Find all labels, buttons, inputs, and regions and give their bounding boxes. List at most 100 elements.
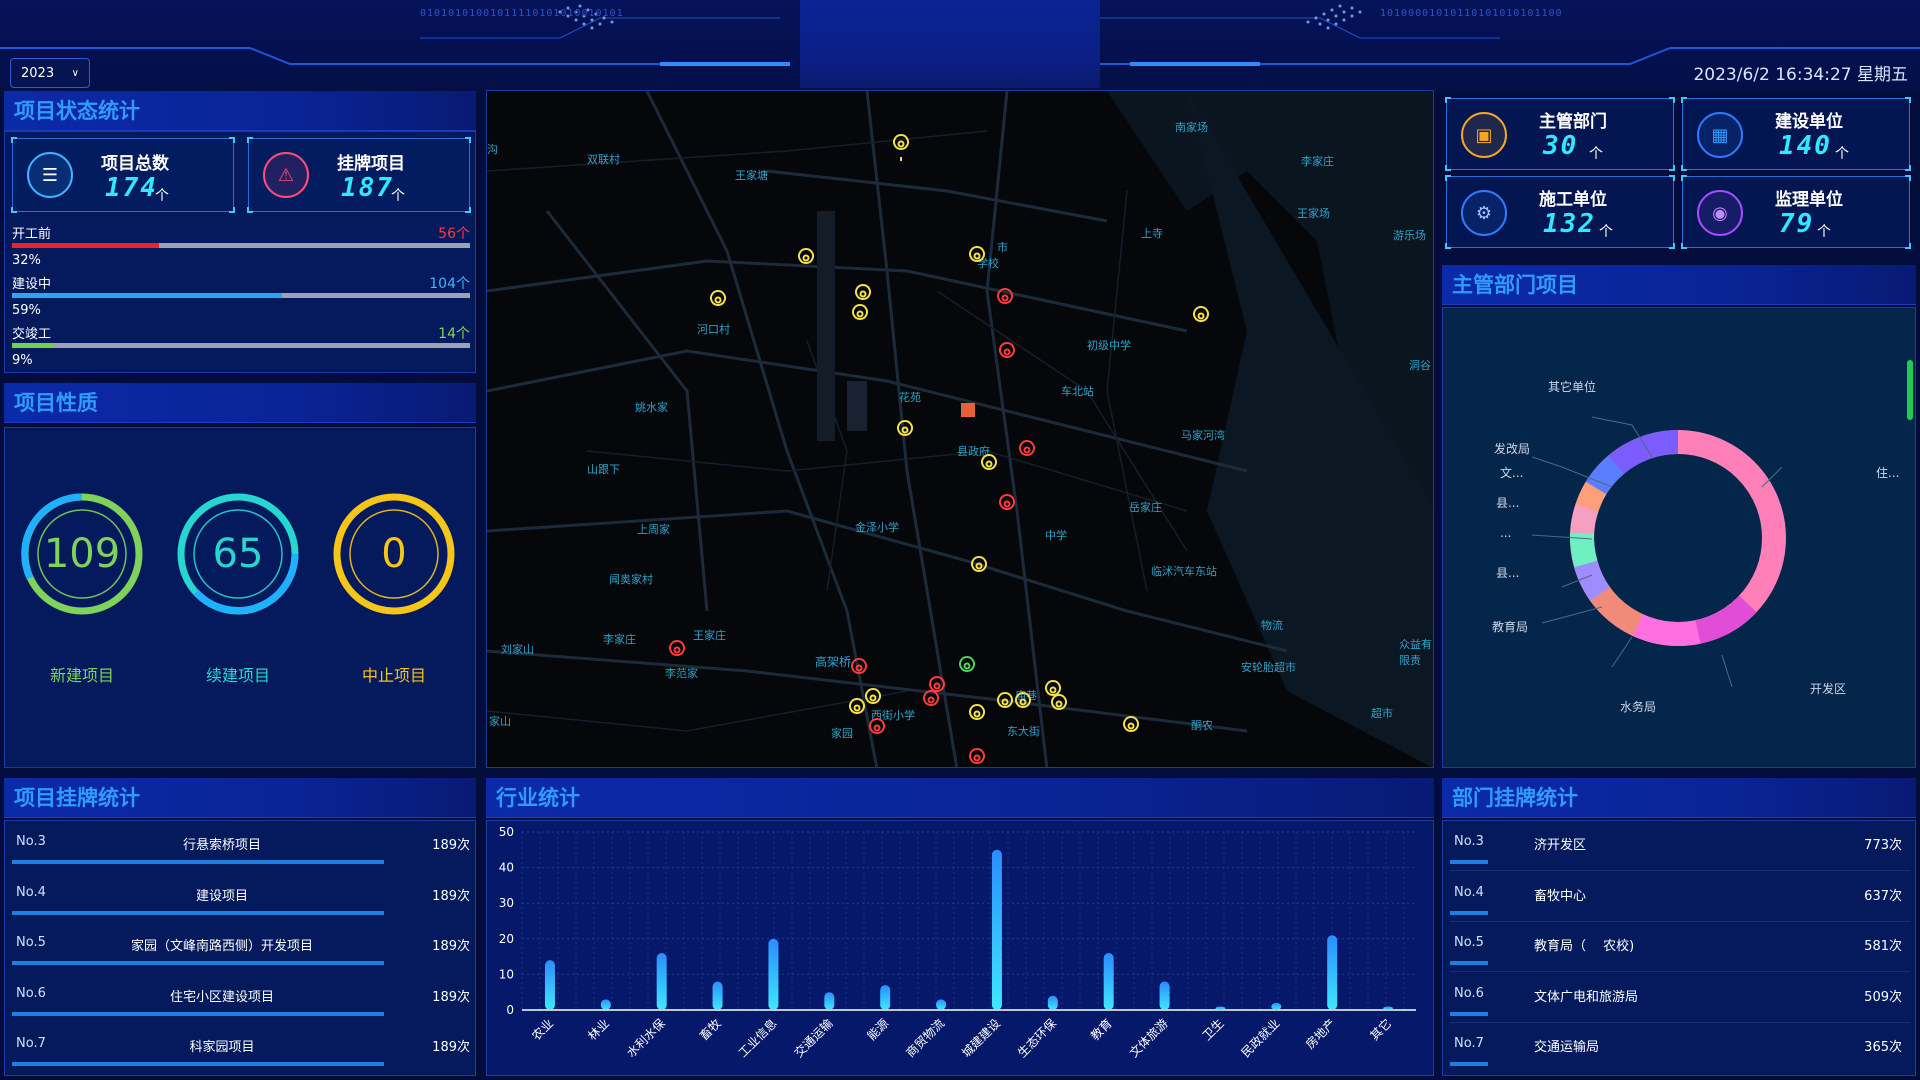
y-tick-label: 10 <box>499 967 514 981</box>
chevron-down-icon: ∨ <box>71 67 79 79</box>
stat-card-supervisor[interactable]: ◉ 监理单位 79 个 <box>1681 175 1911 249</box>
binary-decoration-right: 10100001010110101010101100 <box>1380 8 1563 19</box>
stat-card-construction-unit[interactable]: ▦ 建设单位 140 个 <box>1681 97 1911 171</box>
x-tick-label: 农业 <box>529 1016 556 1043</box>
dept-listing-row[interactable]: No.7 交通运输局 365次 <box>1450 1026 1910 1076</box>
bar-交通运输[interactable] <box>824 992 835 1010</box>
listing-row[interactable]: No.3 行悬索桥项目 189次 <box>12 824 470 874</box>
status-progress-fill <box>12 293 283 298</box>
bar-房地产[interactable] <box>1327 935 1338 1010</box>
ring-value: 109 <box>43 531 121 577</box>
rank-bar <box>12 1012 384 1016</box>
dept-value: 637次 <box>1864 889 1902 904</box>
bar-民政就业[interactable] <box>1271 1002 1282 1010</box>
status-progress-track <box>12 343 470 348</box>
total-unit: 个 <box>155 188 169 204</box>
bar-文体旅游[interactable] <box>1159 981 1170 1010</box>
status-progress-fill <box>12 243 159 248</box>
bar-林业[interactable] <box>600 999 611 1010</box>
map-place: 姚水家 <box>635 401 668 414</box>
listing-row[interactable]: No.4 建设项目 189次 <box>12 875 470 925</box>
map-place: 金泽小学 <box>855 521 899 534</box>
top-header: 01010101001011110101010010101 1010000101… <box>0 0 1920 92</box>
rank-no: No.4 <box>16 885 46 900</box>
y-tick-label: 20 <box>499 932 514 946</box>
listed-projects-card[interactable]: ⚠ 挂牌项目 187 个 <box>247 137 471 213</box>
status-row-in-construction: 建设中 104个 59% <box>12 273 470 321</box>
stat-unit: 个 <box>1589 146 1603 162</box>
bar-城建建设[interactable] <box>991 849 1002 1010</box>
map-place: 家山 <box>489 715 511 728</box>
bar-畜牧[interactable] <box>712 981 723 1010</box>
dept-listing-row[interactable]: No.6 文体广电和旅游局 509次 <box>1450 976 1910 1026</box>
map-place: 李范家 <box>665 667 698 680</box>
listing-row[interactable]: No.7 科家园项目 189次 <box>12 1026 470 1076</box>
map-place: 王家塘 <box>735 169 768 182</box>
x-tick-label: 林业 <box>585 1016 612 1043</box>
map-place: 临沭汽车东站 <box>1151 565 1217 578</box>
stat-label: 监理单位 <box>1775 190 1843 210</box>
stat-label: 施工单位 <box>1539 190 1607 210</box>
listing-panel-title: 项目挂牌统计 <box>4 778 476 818</box>
y-tick-label: 30 <box>499 896 514 910</box>
bar-其它[interactable] <box>1383 1006 1394 1010</box>
dept-listing-row[interactable]: No.5 教育局（ 农校) 581次 <box>1450 925 1910 975</box>
bar-工业信息[interactable] <box>768 938 779 1010</box>
year-select[interactable]: 2023 ∨ <box>10 58 90 88</box>
rank-times: 189次 <box>432 838 470 853</box>
donut-label: 发改局 <box>1494 442 1531 456</box>
x-tick-label: 城建建设 <box>959 1016 1003 1060</box>
industry-bar-chart: 0 10 20 30 40 50 农业 林业 水利水保 畜牧 工业信息 交通运输 能源 商贸物流 城建建设生… <box>499 825 1416 1061</box>
bar-水利水保[interactable] <box>656 953 667 1010</box>
dept-no: No.4 <box>1454 885 1484 900</box>
dept-bar <box>1450 1012 1488 1016</box>
dept-listing-title: 部门挂牌统计 <box>1442 778 1916 818</box>
donut-label: ... <box>1500 526 1512 540</box>
status-percent: 59% <box>12 303 41 318</box>
dept-value: 581次 <box>1864 939 1902 954</box>
rank-times: 189次 <box>432 939 470 954</box>
x-tick-label: 畜牧 <box>696 1016 724 1044</box>
bar-教育[interactable] <box>1103 953 1114 1010</box>
map-place: 南家场 <box>1175 121 1208 134</box>
map-place: 王家场 <box>1297 207 1330 220</box>
map-view[interactable]: 双联村 王家塘 河口村 姚水家 山跟下 上周家 闻奥家村 李家庄 刘家山 王家庄… <box>486 90 1434 768</box>
stat-card-builder[interactable]: ⚙ 施工单位 132 个 <box>1445 175 1675 249</box>
nature-panel-title: 项目性质 <box>4 383 476 423</box>
listing-row[interactable]: No.5 家园（文峰南路西侧）开发项目 189次 <box>12 925 470 975</box>
ring-new-projects: 109 <box>20 492 144 616</box>
donut-label: 水务局 <box>1620 700 1657 714</box>
x-tick-label: 房地产 <box>1302 1016 1338 1052</box>
dept-listing-row[interactable]: No.4 畜牧中心 637次 <box>1450 875 1910 925</box>
alarm-icon: ⚠ <box>263 152 309 198</box>
map-place: 高架桥 <box>815 655 852 669</box>
bar-生态环保[interactable] <box>1047 995 1058 1010</box>
building-icon: ▣ <box>1461 112 1507 158</box>
dept-value: 365次 <box>1864 1040 1902 1055</box>
dept-listing-row[interactable]: No.3 济开发区 773次 <box>1450 824 1910 874</box>
y-tick-label: 40 <box>499 861 514 875</box>
bar-农业[interactable] <box>544 960 555 1010</box>
divider <box>1450 921 1910 922</box>
stat-unit: 个 <box>1817 224 1831 240</box>
dept-bar <box>1450 860 1488 864</box>
listing-row[interactable]: No.6 住宅小区建设项目 189次 <box>12 976 470 1026</box>
dept-donut-chart <box>1531 416 1786 688</box>
stat-card-dept[interactable]: ▣ 主管部门 30 个 <box>1445 97 1675 171</box>
total-label: 项目总数 <box>101 154 169 174</box>
x-tick-label: 卫生 <box>1200 1016 1227 1043</box>
rank-name: 科家园项目 <box>189 1040 255 1055</box>
rank-no: No.7 <box>16 1036 46 1051</box>
dept-name: 教育局（ 农校) <box>1534 939 1635 954</box>
rank-times: 189次 <box>432 990 470 1005</box>
map-place: 庙巷 <box>1015 689 1037 702</box>
bar-卫生[interactable] <box>1215 1006 1226 1010</box>
bar-能源[interactable] <box>880 985 891 1010</box>
donut-label: 县... <box>1496 566 1520 580</box>
rank-times: 189次 <box>432 889 470 904</box>
status-row-before-start: 开工前 56个 32% <box>12 223 470 271</box>
x-tick-label: 交通运输 <box>791 1016 836 1061</box>
bar-商贸物流[interactable] <box>936 999 947 1010</box>
total-projects-card[interactable]: ☰ 项目总数 174 个 <box>11 137 235 213</box>
status-label: 交竣工 <box>12 327 52 342</box>
